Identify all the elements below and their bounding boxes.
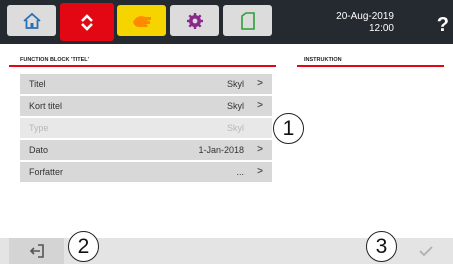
row-kort-titel[interactable]: Kort titel Skyl > [20,96,272,116]
row-forfatter[interactable]: Forfatter ... > [20,162,272,182]
row-value: Skyl [226,101,244,111]
left-divider [9,65,276,67]
tab-settings[interactable] [170,5,219,36]
callout-2: 2 [68,231,99,262]
callout-3: 3 [366,231,397,262]
row-value: Skyl [226,123,244,133]
tab-document[interactable] [223,5,272,36]
row-titel[interactable]: Titel Skyl > [20,74,272,94]
date-text: 20-Aug-2019 [336,11,394,22]
right-panel-title: INSTRUKTION [304,57,342,63]
gear-icon [186,12,203,29]
row-label: Dato [29,145,49,155]
row-label: Forfatter [29,167,64,177]
swap-arrows-icon [81,14,93,31]
help-button[interactable]: ? [437,14,449,37]
row-label: Type [29,123,49,133]
tab-hand[interactable] [117,5,166,36]
chevron-right-icon: > [257,144,263,155]
row-value: 1-Jan-2018 [198,145,244,155]
date-time: 20-Aug-2019 12:00 [314,11,394,35]
document-icon [240,11,255,30]
home-icon [22,12,41,29]
exit-button[interactable] [9,238,64,264]
row-type: Type Skyl [20,118,272,138]
row-dato[interactable]: Dato 1-Jan-2018 > [20,140,272,160]
chevron-right-icon: > [257,78,263,89]
left-panel-title: FUNCTION BLOCK 'TITEL' [20,57,89,63]
check-icon [418,246,433,257]
row-value: Skyl [226,79,244,89]
tab-active[interactable] [60,3,114,41]
top-bar: 20-Aug-2019 12:00 ? [0,0,453,44]
row-value: ... [236,167,244,177]
callout-1: 1 [273,113,304,144]
hand-icon [132,15,151,27]
time-text: 12:00 [368,23,394,34]
property-list: Titel Skyl > Kort titel Skyl > Type Skyl… [20,74,272,184]
row-label: Kort titel [29,101,63,111]
row-label: Titel [29,79,46,89]
tab-home[interactable] [7,5,56,36]
chevron-right-icon: > [257,100,263,111]
chevron-right-icon: > [257,166,263,177]
exit-icon [29,244,44,258]
confirm-button[interactable] [398,238,453,264]
right-divider [297,65,444,67]
